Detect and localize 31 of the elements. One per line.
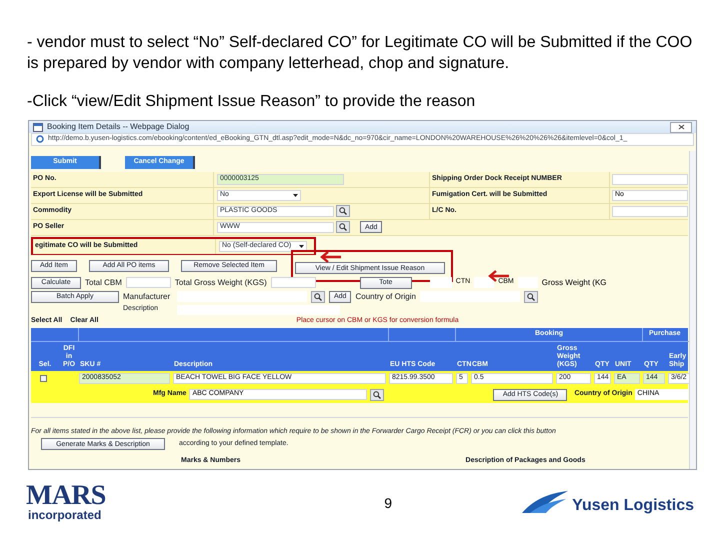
pointer-arrow xyxy=(319,250,343,264)
checkbox[interactable] xyxy=(40,375,47,382)
field-label: Country of Origin xyxy=(355,290,416,302)
wing-icon xyxy=(520,489,570,515)
search-icon xyxy=(373,390,382,398)
field-label: Gross Weight (KG xyxy=(542,276,607,288)
vertical-scrollbar[interactable] xyxy=(689,151,696,469)
search-button[interactable] xyxy=(336,205,350,217)
search-icon xyxy=(526,292,535,300)
search-icon xyxy=(339,223,347,231)
close-icon xyxy=(678,124,684,130)
close-button[interactable] xyxy=(670,122,692,132)
browser-icon xyxy=(36,135,44,144)
instruction-text: - vendor must to select “No” Self-declared CO” for Legitimate CO will be Submitted if the COO is prepared by vendor with company letterhead, chop and signature. xyxy=(27,33,694,74)
search-icon xyxy=(339,207,347,215)
field-label: Total CBM xyxy=(85,276,122,288)
page-number: 9 xyxy=(384,494,392,512)
instruction-text: -Click “view/Edit Shipment Issue Reason” to provide the reason xyxy=(27,92,476,112)
logo-text: Yusen Logistics xyxy=(572,497,694,515)
search-button[interactable] xyxy=(524,290,538,302)
field-label: Manufacturer xyxy=(123,290,172,302)
search-button[interactable] xyxy=(336,221,350,233)
window-title: Booking Item Details -- Webpage Dialog xyxy=(47,121,190,133)
search-button[interactable] xyxy=(370,388,384,400)
field-label: Total Gross Weight (KGS) xyxy=(174,276,267,288)
logo-text: MARS xyxy=(26,482,106,508)
search-icon xyxy=(314,292,322,300)
search-button[interactable] xyxy=(311,290,325,302)
logo-text: incorporated xyxy=(27,508,102,522)
caret-icon xyxy=(299,244,304,248)
caret-icon xyxy=(293,194,298,196)
